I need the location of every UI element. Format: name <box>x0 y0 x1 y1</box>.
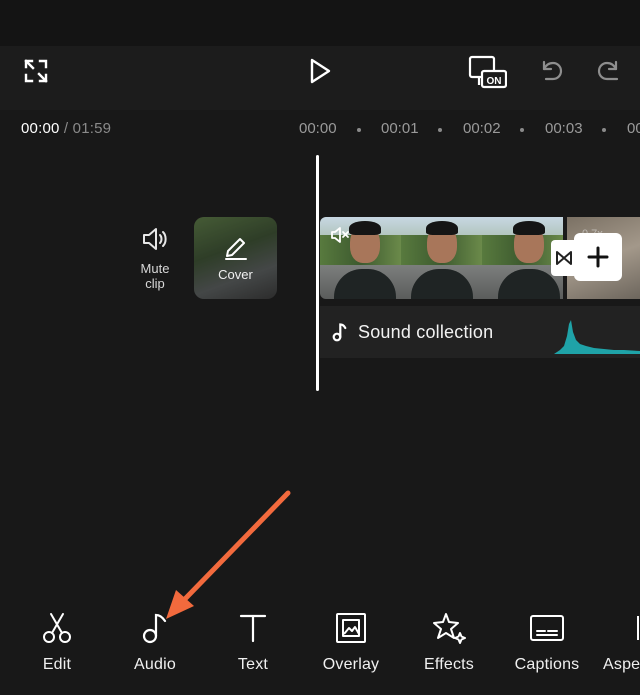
pencil-icon <box>225 238 247 260</box>
current-time: 00:00 <box>21 120 60 137</box>
plus-icon <box>587 246 609 268</box>
mute-clip-label-line2: clip <box>145 276 165 291</box>
effects-star-icon <box>433 613 466 644</box>
ruler-tick: 00:02 <box>463 120 501 137</box>
ruler-dot <box>438 128 442 132</box>
cover-label: Cover <box>218 267 253 282</box>
overlay-icon <box>336 613 366 643</box>
tool-audio-label: Audio <box>134 656 176 673</box>
aspect-icon <box>637 616 639 640</box>
bottom-toolbar: Edit Audio Text Overlay Effects Captions… <box>0 600 640 695</box>
ruler-tick: 00:03 <box>545 120 583 137</box>
music-note-icon <box>332 323 347 342</box>
ruler-tick: 00:00 <box>299 120 337 137</box>
ruler-dot <box>520 128 524 132</box>
music-note-icon <box>142 613 167 644</box>
tool-overlay-label: Overlay <box>322 656 380 673</box>
ruler-tick: 00:01 <box>381 120 419 137</box>
captions-icon <box>530 615 564 641</box>
audio-track-label: Sound collection <box>358 322 494 342</box>
tool-audio[interactable]: Audio <box>107 608 203 674</box>
ruler-dot <box>357 128 361 132</box>
total-duration: 01:59 <box>72 120 112 137</box>
ruler-dot <box>602 128 606 132</box>
time-code: 00:00 / 01:59 <box>21 120 111 137</box>
fullscreen-icon[interactable] <box>18 56 54 86</box>
time-separator: / <box>63 120 69 137</box>
tool-effects[interactable]: Effects <box>401 608 497 674</box>
hd-on-icon[interactable]: ON <box>466 52 508 92</box>
speaker-icon <box>143 228 167 250</box>
mute-clip-button[interactable]: Mute clip <box>130 226 180 291</box>
track-muted-icon <box>331 227 349 243</box>
mute-clip-label-line1: Mute <box>140 261 170 276</box>
tool-edit-label: Edit <box>42 656 72 673</box>
status-strip <box>0 0 640 46</box>
audio-track[interactable]: Sound collection <box>320 306 640 358</box>
top-bar: ON <box>0 46 640 110</box>
tool-text-label: Text <box>237 656 269 673</box>
text-icon <box>239 614 267 643</box>
transition-icon <box>556 251 572 265</box>
cover-button[interactable]: Cover <box>194 217 277 299</box>
undo-icon[interactable] <box>536 54 566 88</box>
tool-captions-label: Captions <box>514 656 580 673</box>
tool-effects-label: Effects <box>423 656 475 673</box>
ruler-tick: 00 <box>627 120 640 137</box>
tool-text[interactable]: Text <box>205 608 301 674</box>
tool-aspect-label: Aspe <box>603 656 640 673</box>
tool-edit[interactable]: Edit <box>9 608 105 674</box>
tool-captions[interactable]: Captions <box>499 608 595 674</box>
add-clip-button[interactable] <box>574 233 622 281</box>
playhead[interactable] <box>316 155 319 391</box>
play-icon[interactable] <box>302 54 338 88</box>
hd-badge: ON <box>487 76 502 87</box>
video-frame <box>401 217 482 299</box>
redo-icon[interactable] <box>594 54 624 88</box>
scissors-icon <box>43 613 71 643</box>
tool-aspect[interactable]: Aspe <box>597 608 640 674</box>
tool-overlay[interactable]: Overlay <box>303 608 399 674</box>
audio-waveform <box>554 320 640 354</box>
